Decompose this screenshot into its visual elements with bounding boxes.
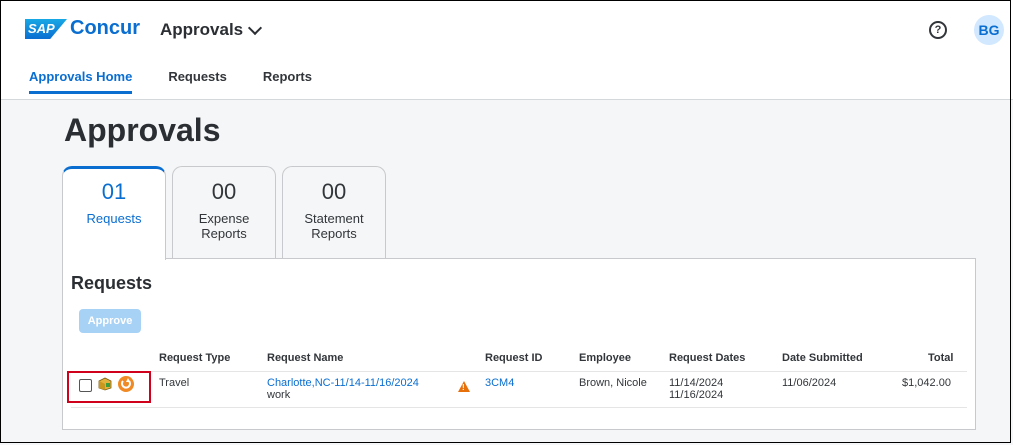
tab-label: Requests bbox=[86, 211, 142, 226]
tab-count: 01 bbox=[101, 179, 127, 204]
tab-requests[interactable]: 01 Requests bbox=[62, 166, 166, 260]
